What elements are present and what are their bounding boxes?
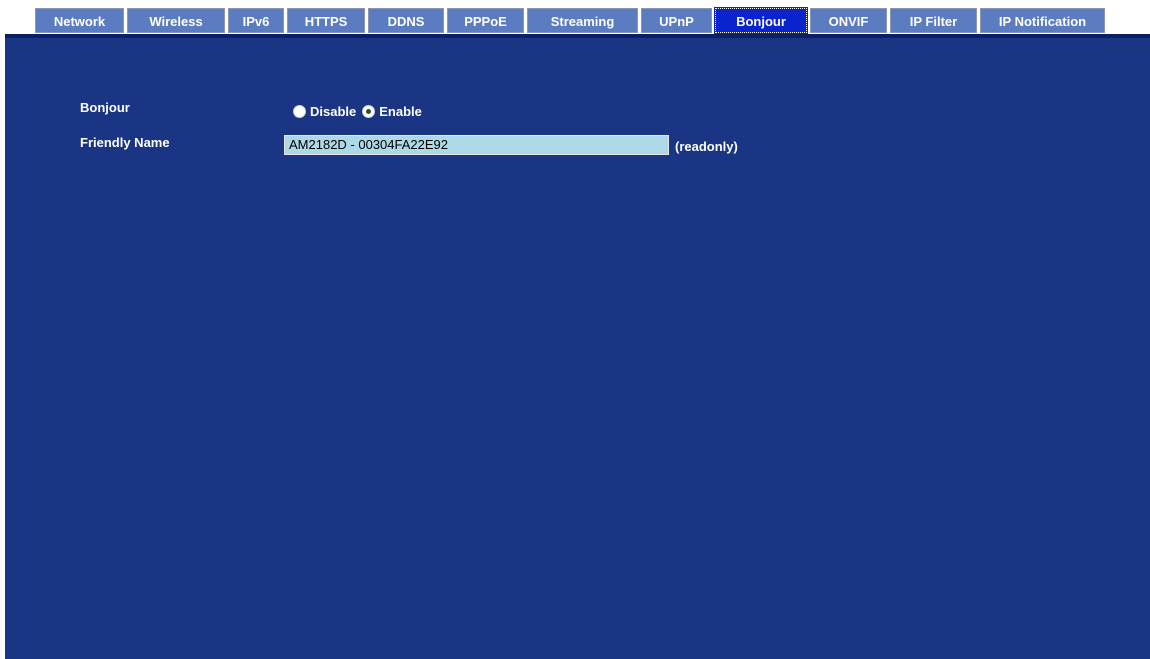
tab-ddns[interactable]: DDNS [368, 8, 444, 33]
tab-streaming[interactable]: Streaming [527, 8, 638, 33]
tab-onvif[interactable]: ONVIF [810, 8, 887, 33]
tab-ipv6[interactable]: IPv6 [228, 8, 284, 33]
tabs-container: Network Wireless IPv6 HTTPS DDNS PPPoE S… [35, 7, 1105, 35]
bonjour-radio-group: Disable Enable [293, 104, 428, 119]
disable-radio[interactable] [293, 105, 306, 118]
readonly-note: (readonly) [675, 139, 738, 154]
tab-network[interactable]: Network [35, 8, 124, 33]
tab-wireless[interactable]: Wireless [127, 8, 225, 33]
tab-ip-filter[interactable]: IP Filter [890, 8, 977, 33]
settings-panel: Bonjour Disable Enable Friendly Name AM2… [5, 38, 1150, 659]
tab-bar: Network Wireless IPv6 HTTPS DDNS PPPoE S… [0, 0, 1150, 40]
tab-https[interactable]: HTTPS [287, 8, 365, 33]
enable-radio[interactable] [362, 105, 376, 118]
disable-radio-label[interactable]: Disable [310, 104, 356, 119]
tab-ip-notification[interactable]: IP Notification [980, 8, 1105, 33]
tab-bonjour[interactable]: Bonjour [714, 7, 808, 34]
enable-radio-label[interactable]: Enable [379, 104, 422, 119]
friendly-name-label: Friendly Name [80, 135, 170, 150]
friendly-name-field: AM2182D - 00304FA22E92 [284, 135, 669, 155]
bonjour-label: Bonjour [80, 100, 130, 115]
tab-upnp[interactable]: UPnP [641, 8, 712, 33]
tab-pppoe[interactable]: PPPoE [447, 8, 524, 33]
